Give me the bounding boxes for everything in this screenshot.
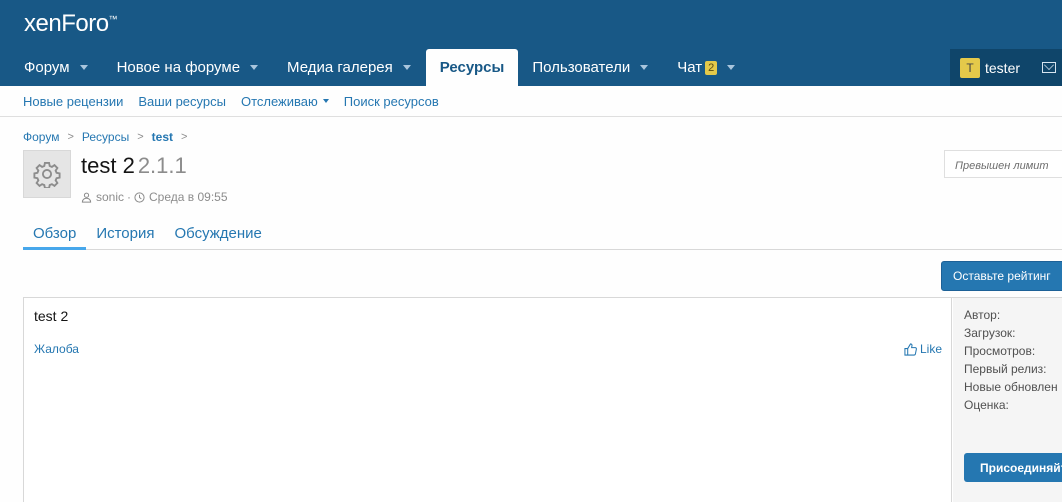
nav-item-media[interactable]: Медиа галерея [273, 49, 426, 86]
page-title: test 2 2.1.1 [81, 153, 187, 179]
resource-description-area: test 2 Жалоба Like [24, 298, 952, 502]
breadcrumb-resources[interactable]: Ресурсы [82, 130, 129, 144]
info-author-label: Автор: [964, 308, 1001, 322]
gear-icon [33, 161, 61, 188]
nav-item-whats-new[interactable]: Новое на форуме [103, 49, 273, 86]
info-downloads-label: Загрузок: [964, 326, 1016, 340]
info-rating-label: Оценка: [964, 398, 1009, 412]
resource-title: test 2 [81, 153, 135, 178]
info-last-update-label: Новые обновлен [964, 380, 1058, 394]
chevron-right-icon: > [181, 131, 188, 143]
chevron-down-icon[interactable] [640, 65, 649, 70]
site-logo[interactable]: xenForo™ [24, 10, 118, 38]
sub-nav: Новые рецензии Ваши ресурсы Отслеживаю П… [0, 86, 1062, 117]
breadcrumb-forum[interactable]: Форум [23, 130, 59, 144]
chevron-down-icon[interactable] [322, 99, 329, 103]
breadcrumb: Форум > Ресурсы > test > [23, 130, 195, 144]
main-nav: Форум Новое на форуме Медиа галерея Ресу… [24, 49, 750, 86]
chat-count-badge: 2 [705, 60, 718, 75]
nav-item-resources[interactable]: Ресурсы [425, 49, 519, 86]
page-body: Форум > Ресурсы > test > test 2 2.1.1 son… [0, 117, 1062, 502]
resource-info-sidebar: Автор: Загрузок: Просмотров: Первый рели… [953, 298, 1062, 502]
resource-icon [23, 150, 71, 198]
resource-meta: sonic · Среда в 09:55 [81, 190, 228, 204]
resource-version: 2.1.1 [137, 153, 187, 178]
clock-icon [134, 191, 145, 203]
chevron-down-icon[interactable] [79, 65, 88, 70]
user-icon [81, 192, 92, 203]
subnav-latest-reviews[interactable]: Новые рецензии [23, 94, 123, 109]
envelope-icon[interactable] [1042, 62, 1057, 73]
user-menu[interactable]: T tester [950, 49, 1062, 86]
like-button[interactable]: Like [904, 342, 942, 356]
subnav-your-resources[interactable]: Ваши ресурсы [138, 94, 226, 109]
tab-discussion[interactable]: Обсуждение [165, 215, 272, 250]
chevron-down-icon[interactable] [727, 65, 736, 70]
nav-item-forum[interactable]: Форум [10, 49, 103, 86]
resource-panel: test 2 Жалоба Like Автор: Загрузок: Прос… [23, 297, 1062, 502]
thumbs-up-icon [904, 342, 917, 356]
chevron-down-icon[interactable] [250, 65, 259, 70]
report-link[interactable]: Жалоба [34, 342, 79, 356]
rate-button[interactable]: Оставьте рейтинг [941, 261, 1062, 291]
tab-overview[interactable]: Обзор [23, 215, 87, 250]
resource-date[interactable]: Среда в 09:55 [149, 190, 228, 204]
subnav-search-resources[interactable]: Поиск ресурсов [344, 94, 439, 109]
nav-item-members[interactable]: Пользователи [518, 49, 663, 86]
chevron-right-icon: > [137, 131, 144, 143]
nav-item-chat[interactable]: Чат 2 [663, 49, 750, 86]
breadcrumb-category[interactable]: test [152, 130, 173, 144]
resource-description: test 2 [34, 308, 69, 324]
site-header: xenForo™ Форум Новое на форуме Медиа гал… [0, 0, 1062, 86]
resource-tabs: Обзор История Обсуждение [23, 215, 1062, 250]
info-first-release-label: Первый релиз: [964, 362, 1047, 376]
author-link[interactable]: sonic [96, 190, 124, 204]
subnav-watched[interactable]: Отслеживаю [241, 94, 329, 109]
tab-history[interactable]: История [86, 215, 164, 250]
avatar[interactable]: T [960, 57, 980, 78]
info-views-label: Просмотров: [964, 344, 1036, 358]
chevron-down-icon[interactable] [402, 65, 411, 70]
chevron-right-icon: > [67, 131, 74, 143]
join-button[interactable]: Присоединяйт [964, 453, 1062, 482]
limit-notice: Превышен лимит [944, 150, 1062, 178]
username[interactable]: tester [985, 60, 1020, 76]
